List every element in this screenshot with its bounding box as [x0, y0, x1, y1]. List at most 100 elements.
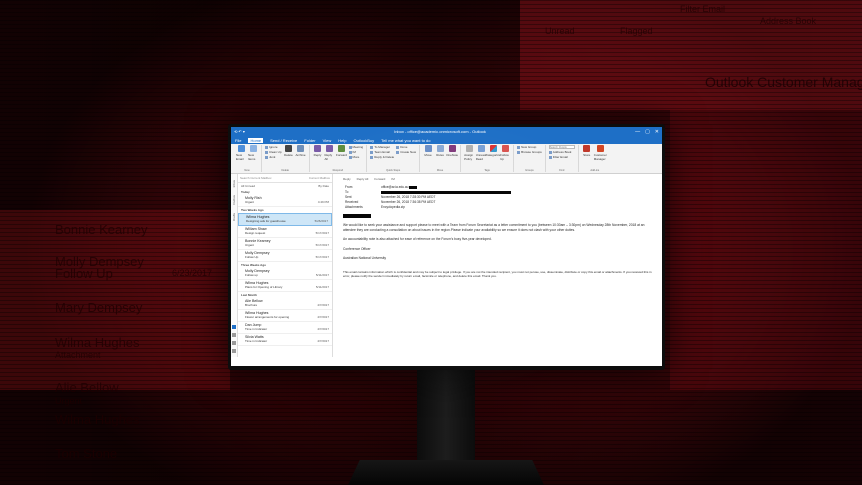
- bg-list-4: Wilma Hughes: [55, 335, 140, 350]
- quickstep-to-manager[interactable]: To Manager: [370, 145, 394, 149]
- ignore-button[interactable]: Ignore: [265, 145, 282, 149]
- tasks-nav-icon[interactable]: [232, 349, 236, 353]
- message-list-item[interactable]: Silvia Watts Time in Indicator 4/7/2017: [238, 334, 332, 346]
- outlook-window: ⟲ ↶ ▾ Inbox - office@academic.onmicrosof…: [231, 127, 662, 366]
- envelope-open-icon: [477, 145, 485, 152]
- clean-up-button[interactable]: Clean Up: [265, 150, 282, 154]
- people-nav-icon[interactable]: [232, 341, 236, 345]
- message-list-item[interactable]: Wilma Hughes Designing ads for guesthouse…: [238, 213, 332, 226]
- move-icon: [424, 145, 432, 152]
- new-group-button[interactable]: New Group: [517, 145, 542, 149]
- rail-drafts[interactable]: Drafts: [232, 213, 236, 221]
- message-list-item[interactable]: Molly Rish Urgent 4:49 PM: [238, 195, 332, 207]
- new-items-button[interactable]: New Items: [248, 145, 258, 161]
- more-button[interactable]: More: [349, 155, 364, 159]
- message-header: From office@ar.ia.edu.au To Sent Novembe…: [345, 185, 652, 209]
- store-button[interactable]: Store: [582, 145, 592, 157]
- message-subject: Follow Up: [245, 255, 259, 259]
- quickstep-reply-delete[interactable]: Reply & Delete: [370, 155, 394, 159]
- body-paragraph-2: An accountability note is also attached …: [343, 237, 492, 242]
- follow-up-button[interactable]: Follow Up: [500, 145, 510, 161]
- calendar-nav-icon[interactable]: [232, 333, 236, 337]
- bg-list-6: Alie Bellow: [55, 380, 119, 395]
- mailbox-scope-dropdown[interactable]: Current Mailbox: [309, 176, 330, 180]
- search-input[interactable]: Search Current Mailbox: [240, 176, 272, 180]
- forward-icon: [338, 145, 346, 152]
- bg-flagged: Flagged: [620, 26, 653, 36]
- unread-read-button[interactable]: Unread/ Read: [476, 145, 486, 161]
- message-list-item[interactable]: Bonnie Kearney Urgent 5/17/2017: [238, 238, 332, 250]
- message-subject: Flower arrangements for opening: [245, 315, 290, 319]
- minimize-icon[interactable]: —: [635, 129, 640, 135]
- junk-button[interactable]: Junk: [265, 155, 282, 159]
- bg-list-3: Mary Dempsey: [55, 300, 143, 315]
- new-email-button[interactable]: New Email: [236, 145, 246, 161]
- bg-list-8: Tom Stone: [55, 446, 118, 461]
- tab-file[interactable]: File: [235, 138, 241, 143]
- archive-button[interactable]: Archive: [296, 145, 306, 157]
- message-list-item[interactable]: William Shaw Design request 5/17/2017: [238, 226, 332, 238]
- mail-nav-icon[interactable]: [232, 325, 236, 329]
- move-button[interactable]: Move: [423, 145, 433, 157]
- quickstep-create-new[interactable]: Create New: [396, 150, 416, 154]
- policy-icon: [465, 145, 473, 152]
- im-button[interactable]: IM: [349, 150, 364, 154]
- message-list: Search Current Mailbox Current Mailbox A…: [238, 174, 333, 357]
- bg-list-2: Follow Up: [55, 266, 113, 281]
- tab-send-receive[interactable]: Send / Receive: [270, 138, 297, 143]
- message-list-item[interactable]: Alie Bellow Brochure 4/7/2017: [238, 298, 332, 310]
- reading-forward-button[interactable]: Forward: [374, 177, 385, 181]
- bg-filter-email: Filter Email: [680, 4, 726, 14]
- new-items-icon: [249, 145, 257, 152]
- message-groups: Today Molly Rish Urgent 4:49 PM Two Weeks Ag…: [238, 189, 332, 346]
- tab-folder[interactable]: Folder: [304, 138, 315, 143]
- message-list-item[interactable]: Molly Dempsey Follow Up 5/17/2017: [238, 250, 332, 262]
- filter-toggle[interactable]: All Unread: [241, 184, 255, 188]
- message-list-item[interactable]: Molly Dempsey Follow up 5/11/2017: [238, 268, 332, 280]
- onenote-button[interactable]: OneNote: [446, 145, 458, 157]
- categorize-button[interactable]: Categorize: [486, 145, 500, 157]
- delete-button[interactable]: Delete: [284, 145, 294, 157]
- rail-inbox[interactable]: Inbox: [232, 180, 236, 187]
- mailbox-search[interactable]: Search Current Mailbox Current Mailbox: [238, 174, 332, 183]
- quickstep-team-email[interactable]: Team Email: [370, 150, 394, 154]
- tell-me-box[interactable]: Tell me what you want to do: [381, 138, 430, 143]
- message-list-item[interactable]: Wilma Hughes Flower arrangements for open…: [238, 310, 332, 322]
- close-icon[interactable]: ✕: [655, 129, 659, 135]
- group-label-find: Find: [559, 169, 565, 172]
- tab-help[interactable]: Help: [338, 138, 346, 143]
- message-date: 4:49 PM: [317, 200, 329, 204]
- reply-all-icon: [326, 145, 334, 152]
- message-list-item[interactable]: Wilma Hughes Plans for Opening of Library…: [238, 280, 332, 292]
- sort-dropdown[interactable]: By Date: [318, 184, 329, 188]
- customer-manager-button[interactable]: Customer Manager: [594, 145, 608, 161]
- tab-outlookbuy[interactable]: OutlookBuy: [353, 138, 374, 143]
- reading-reply-button[interactable]: Reply: [343, 177, 351, 181]
- browse-groups-button[interactable]: Browse Groups: [517, 150, 542, 154]
- assign-policy-button[interactable]: Assign Policy: [464, 145, 474, 161]
- address-book-button[interactable]: Address Book: [549, 150, 575, 154]
- filter-email-button[interactable]: Filter Email: [549, 155, 575, 159]
- meeting-button[interactable]: Meeting: [349, 145, 364, 149]
- reading-im-button[interactable]: IM: [391, 177, 394, 181]
- tab-view[interactable]: View: [323, 138, 332, 143]
- tab-home[interactable]: Home: [248, 137, 264, 143]
- rail-outbox[interactable]: Outbox: [232, 195, 236, 205]
- rules-button[interactable]: Rules: [435, 145, 445, 157]
- reply-button[interactable]: Reply: [313, 145, 323, 157]
- reply-all-button[interactable]: Reply All: [325, 145, 335, 161]
- message-list-item[interactable]: Dan Jump Time in Indicator 4/7/2017: [238, 322, 332, 334]
- bg-list-9: Urgent: [55, 396, 83, 406]
- message-date: 4/7/2017: [317, 315, 329, 319]
- attachments-value[interactable]: Encyclopedia.zip: [381, 205, 652, 209]
- sent-label: Sent: [345, 195, 352, 199]
- search-people-input[interactable]: Search People: [548, 145, 575, 149]
- delete-icon: [285, 145, 293, 152]
- to-label: To: [345, 190, 349, 194]
- quick-access-icons[interactable]: ⟲ ↶ ▾: [234, 129, 245, 134]
- message-date: 4/7/2017: [317, 327, 329, 331]
- quickstep-done[interactable]: Done: [396, 145, 416, 149]
- forward-button[interactable]: Forward: [336, 145, 347, 157]
- maximize-icon[interactable]: ▢: [645, 129, 650, 135]
- reading-reply-all-button[interactable]: Reply All: [357, 177, 369, 181]
